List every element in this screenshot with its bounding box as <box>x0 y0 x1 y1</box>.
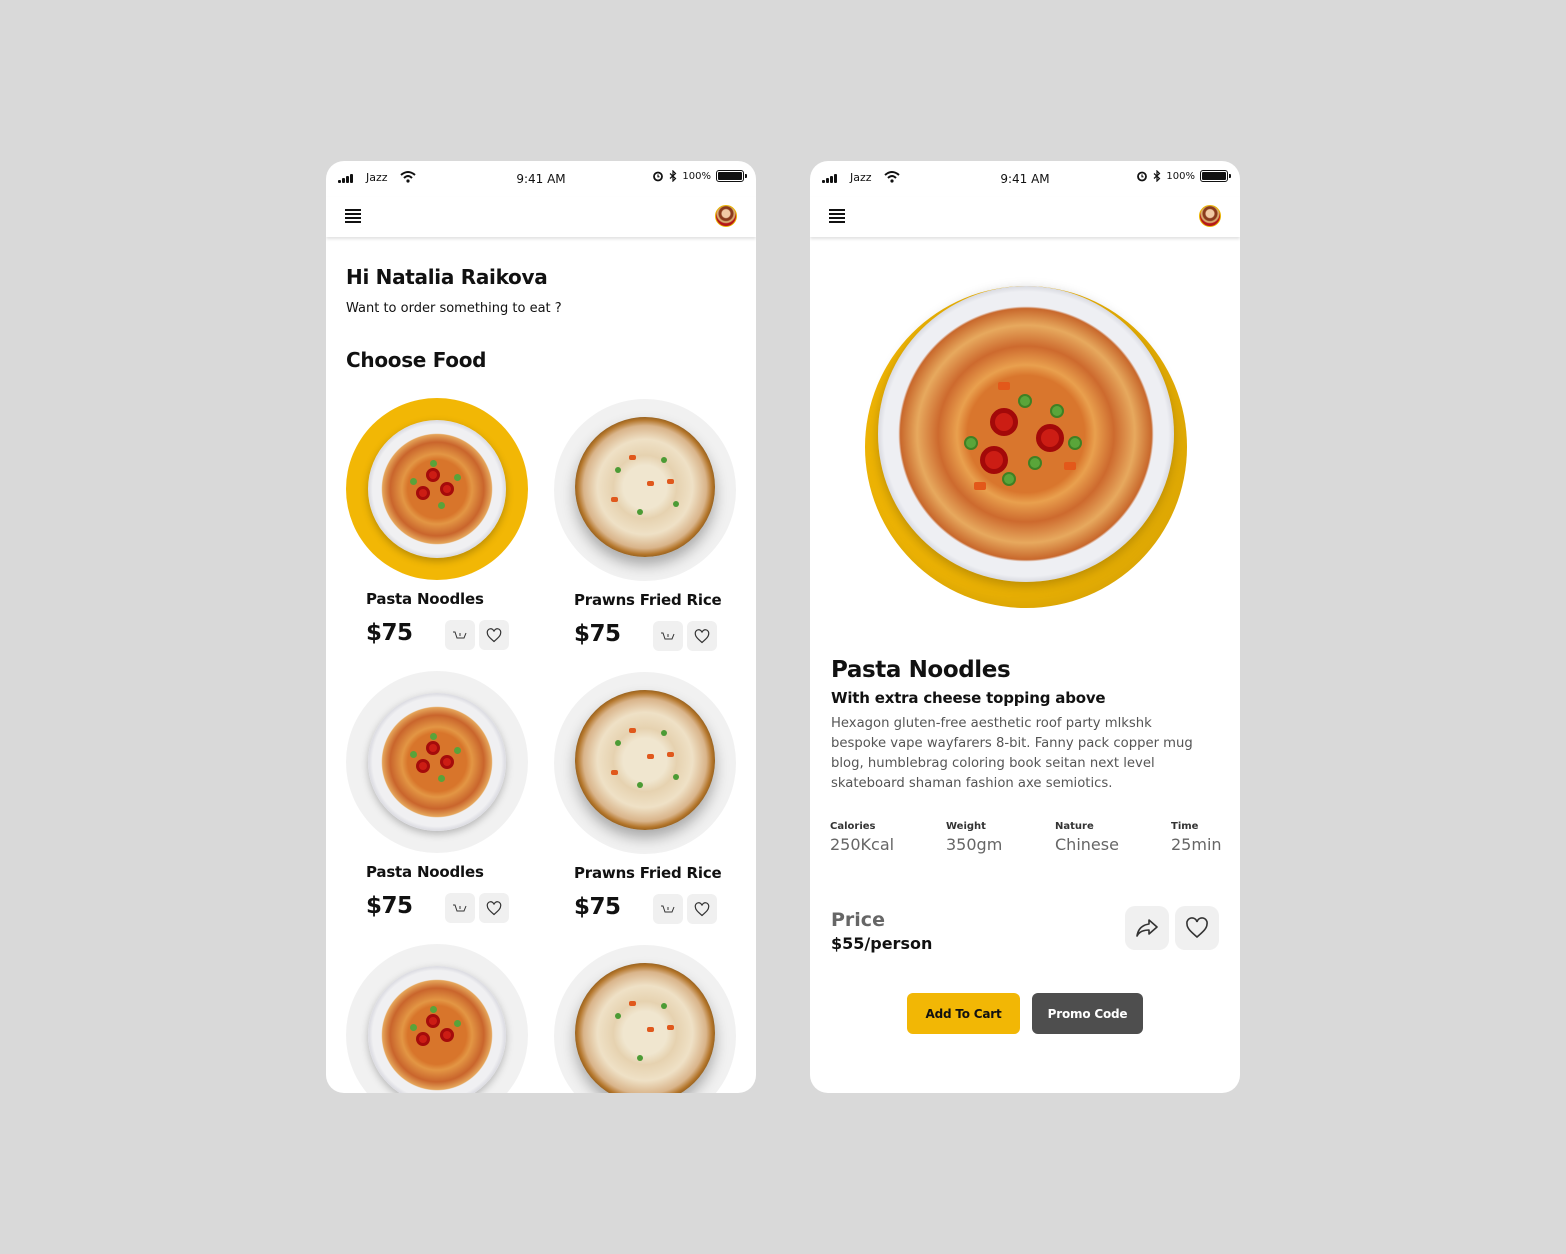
hero-food-image <box>865 286 1187 608</box>
stat-value: 350gm <box>946 835 1003 854</box>
battery-icon <box>1200 170 1231 182</box>
stat-nature: Nature Chinese <box>1055 821 1165 854</box>
food-image <box>554 672 736 854</box>
favorite-button[interactable] <box>687 621 717 651</box>
share-button[interactable] <box>1125 906 1169 950</box>
app-header <box>810 197 1240 237</box>
bluetooth-icon <box>670 170 677 182</box>
noodle-bowl-image <box>368 693 506 831</box>
food-title: Pasta Noodles <box>831 657 1011 683</box>
food-card[interactable]: Prawns Fried Rice $75 <box>554 399 744 669</box>
avatar[interactable] <box>715 205 737 227</box>
rice-plate-image <box>575 690 715 830</box>
menu-icon[interactable] <box>345 209 361 223</box>
noodle-bowl-image <box>368 966 506 1093</box>
stat-weight: Weight 350gm <box>946 821 1056 854</box>
cart-icon <box>453 904 467 912</box>
add-to-cart-button[interactable] <box>445 620 475 650</box>
greeting-subtitle: Want to order something to eat ? <box>346 301 562 316</box>
food-name: Prawns Fried Rice <box>574 591 722 609</box>
add-to-cart-button[interactable] <box>653 621 683 651</box>
food-image <box>346 671 528 853</box>
food-image <box>346 398 528 580</box>
stat-value: 25min <box>1171 835 1222 854</box>
food-image <box>554 399 736 581</box>
cart-icon <box>661 905 675 913</box>
stat-calories: Calories 250Kcal <box>830 821 940 854</box>
menu-icon[interactable] <box>829 209 845 223</box>
stat-label: Calories <box>830 821 876 832</box>
food-price: $75 <box>574 621 621 647</box>
battery-percent: 100% <box>682 170 711 182</box>
stat-label: Time <box>1171 821 1199 832</box>
food-price: $75 <box>366 893 413 919</box>
avatar[interactable] <box>1199 205 1221 227</box>
food-card[interactable]: Pasta Noodles $75 <box>346 671 536 941</box>
food-description: Hexagon gluten-free aesthetic roof party… <box>831 716 1193 791</box>
food-name: Pasta Noodles <box>366 863 484 881</box>
greeting: Hi Natalia Raikova <box>346 265 548 289</box>
food-subtitle: With extra cheese topping above <box>831 689 1106 707</box>
add-to-cart-button[interactable] <box>653 894 683 924</box>
heart-icon <box>694 628 710 643</box>
alarm-icon <box>1137 171 1148 182</box>
food-name: Pasta Noodles <box>366 590 484 608</box>
battery-icon <box>716 170 747 182</box>
app-header <box>326 197 756 237</box>
food-price: $75 <box>366 620 413 646</box>
price-value: $55/person <box>831 934 933 953</box>
detail-screen: Jazz 9:41 AM 100% Pasta Noodles With ext… <box>810 161 1240 1093</box>
home-screen: Jazz 9:41 AM 100% Hi Natalia Raikova Wan… <box>326 161 756 1093</box>
food-card[interactable]: Prawns Fried Rice $75 <box>554 672 744 942</box>
stat-value: Chinese <box>1055 835 1119 854</box>
favorite-button[interactable] <box>479 620 509 650</box>
food-card[interactable] <box>346 944 536 1093</box>
add-to-cart-button[interactable] <box>445 893 475 923</box>
promo-code-button[interactable]: Promo Code <box>1032 993 1143 1034</box>
rice-plate-image <box>575 417 715 557</box>
add-to-cart-button[interactable]: Add To Cart <box>907 993 1020 1034</box>
bluetooth-icon <box>1154 170 1161 182</box>
heart-icon <box>694 901 710 916</box>
favorite-button[interactable] <box>687 894 717 924</box>
price-label: Price <box>831 909 885 931</box>
status-bar: Jazz 9:41 AM 100% <box>810 161 1240 195</box>
alarm-icon <box>653 171 664 182</box>
food-image <box>554 945 736 1093</box>
heart-icon <box>486 900 502 915</box>
food-image <box>346 944 528 1093</box>
food-name: Prawns Fried Rice <box>574 864 722 882</box>
stat-label: Weight <box>946 821 986 832</box>
stat-time: Time 25min <box>1171 821 1240 854</box>
status-bar: Jazz 9:41 AM 100% <box>326 161 756 195</box>
food-price: $75 <box>574 894 621 920</box>
cart-icon <box>453 631 467 639</box>
stat-label: Nature <box>1055 821 1094 832</box>
food-card[interactable] <box>554 945 744 1093</box>
share-icon <box>1136 919 1158 937</box>
heart-icon <box>1186 917 1208 939</box>
heart-icon <box>486 627 502 642</box>
noodle-bowl-image <box>368 420 506 558</box>
favorite-button[interactable] <box>1175 906 1219 950</box>
stat-value: 250Kcal <box>830 835 895 854</box>
cart-icon <box>661 632 675 640</box>
rice-plate-image <box>575 963 715 1093</box>
noodle-bowl-image <box>878 286 1174 582</box>
battery-percent: 100% <box>1166 170 1195 182</box>
food-card[interactable]: Pasta Noodles $75 <box>346 398 536 668</box>
favorite-button[interactable] <box>479 893 509 923</box>
section-title: Choose Food <box>346 348 487 372</box>
